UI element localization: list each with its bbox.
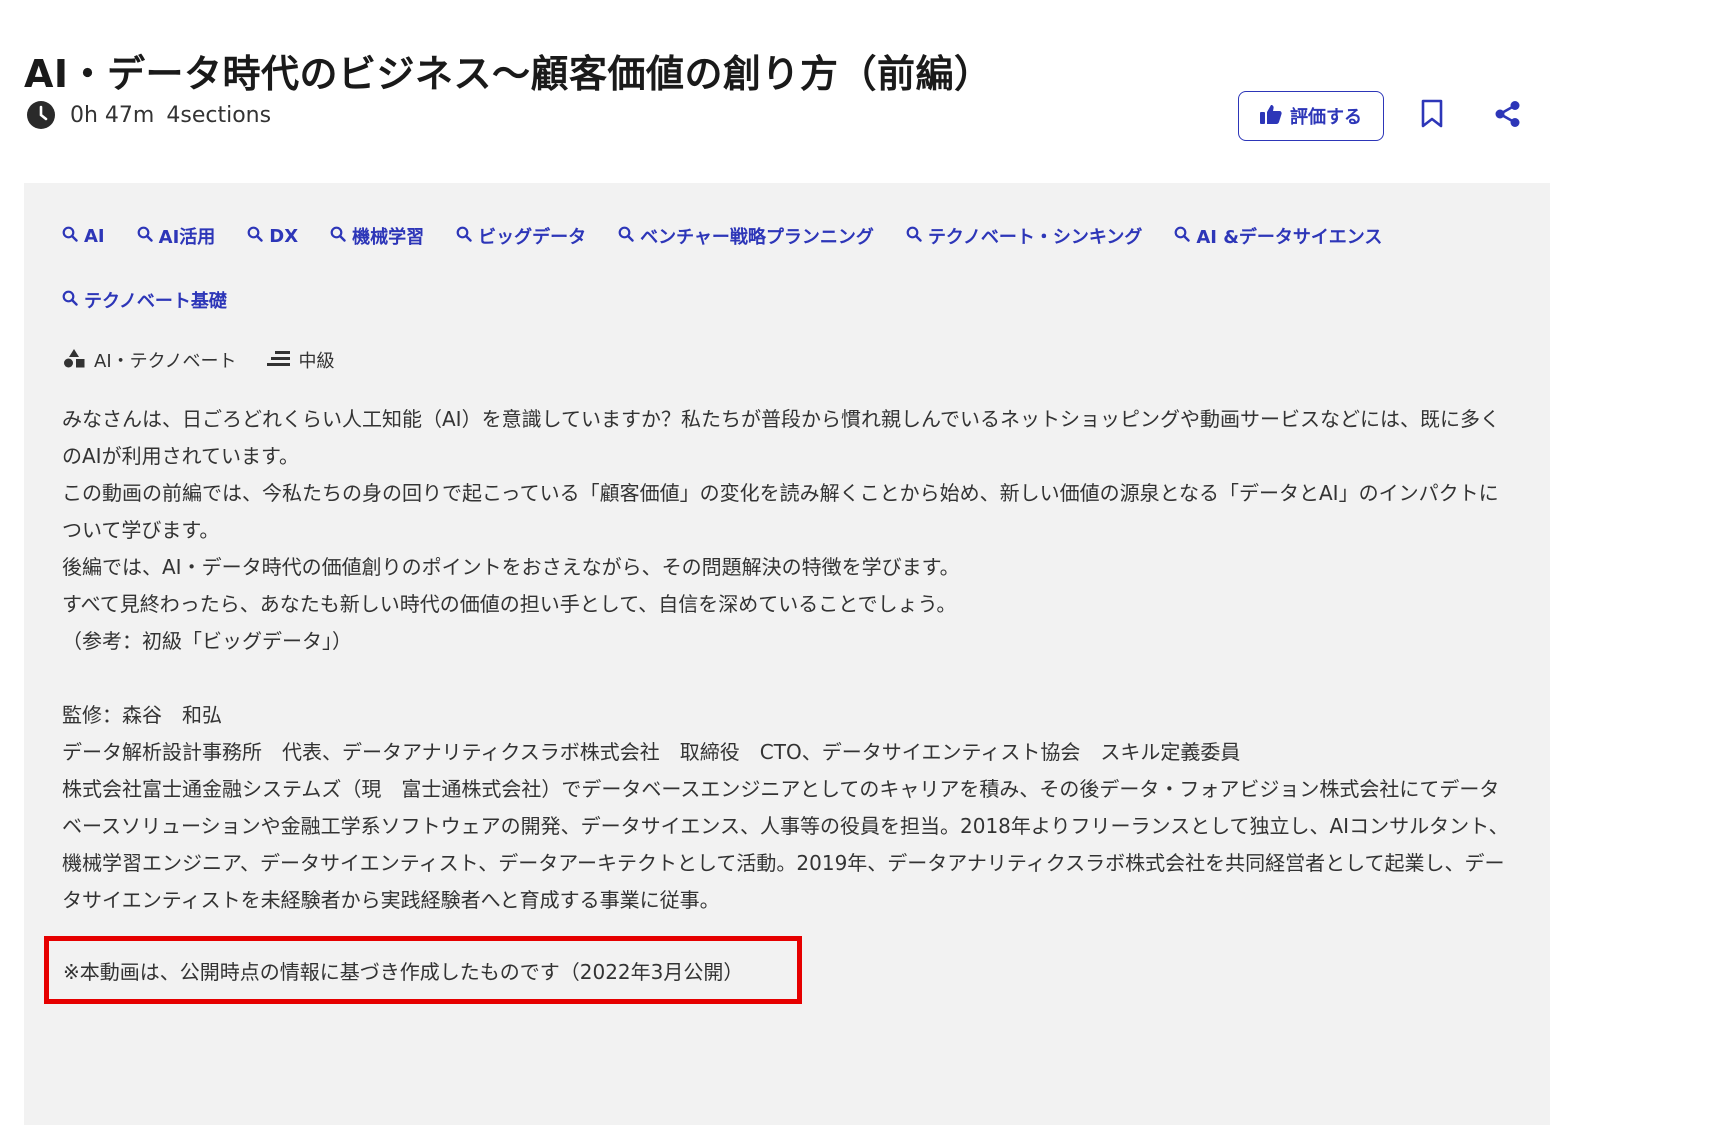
description-paragraph: みなさんは、日ごろどれくらい人工知能（AI）を意識していますか？私たちが普段から… xyxy=(62,407,1500,468)
share-button[interactable] xyxy=(1488,96,1528,136)
duration: 0h 47m xyxy=(70,102,155,128)
course-meta: 0h 47m 4sections xyxy=(26,100,271,130)
bookmark-icon xyxy=(1420,99,1444,133)
bookmark-button[interactable] xyxy=(1412,96,1452,136)
search-icon xyxy=(62,226,78,247)
supervisor-title: データ解析設計事務所 代表、データアナリティクスラボ株式会社 取締役 CTO、デ… xyxy=(62,740,1241,764)
search-icon xyxy=(618,226,634,247)
search-icon xyxy=(330,226,346,247)
share-icon xyxy=(1494,100,1522,132)
supervisor-bio: 株式会社富士通金融システムズ（現 富士通株式会社）でデータベースエンジニアとして… xyxy=(62,777,1509,912)
tag-list: AI AI活用 DX 機械学習 ビッグデータ ベンチャー戦略プランニング テクノ… xyxy=(62,223,1522,313)
rate-button[interactable]: 評価する xyxy=(1238,91,1384,141)
tag-link[interactable]: AI xyxy=(62,223,105,249)
description-paragraph: （参考：初級「ビッグデータ」） xyxy=(62,629,352,653)
category-label: AI・テクノベート xyxy=(94,351,237,372)
tag-link[interactable]: テクノベート・シンキング xyxy=(906,223,1142,249)
course-detail-panel: AI AI活用 DX 機械学習 ビッグデータ ベンチャー戦略プランニング テクノ… xyxy=(24,183,1550,1125)
search-icon xyxy=(137,226,153,247)
notice-text: ※本動画は、公開時点の情報に基づき作成したものです（2022年3月公開） xyxy=(63,959,744,984)
tag-link[interactable]: ベンチャー戦略プランニング xyxy=(618,223,874,249)
tag-link[interactable]: 機械学習 xyxy=(330,223,424,249)
publication-notice: ※本動画は、公開時点の情報に基づき作成したものです（2022年3月公開） xyxy=(44,936,802,1004)
shapes-icon xyxy=(62,348,86,373)
rate-label: 評価する xyxy=(1290,107,1362,128)
tag-link[interactable]: テクノベート基礎 xyxy=(62,287,227,313)
search-icon xyxy=(456,226,472,247)
description-paragraph: すべて見終わったら、あなたも新しい時代の価値の担い手として、自信を深めていること… xyxy=(62,592,957,616)
clock-icon xyxy=(26,100,56,130)
course-description: みなさんは、日ごろどれくらい人工知能（AI）を意識していますか？私たちが普段から… xyxy=(62,401,1512,919)
tag-link[interactable]: AI活用 xyxy=(137,223,215,249)
tag-link[interactable]: AI &データサイエンス xyxy=(1174,223,1382,249)
search-icon xyxy=(1174,226,1191,247)
section-count: 4sections xyxy=(166,102,272,128)
level: 中級 xyxy=(266,347,335,373)
category: AI・テクノベート xyxy=(62,347,237,373)
course-info: AI・テクノベート 中級 xyxy=(62,347,335,373)
search-icon xyxy=(62,290,78,311)
supervisor-name: 監修：森谷 和弘 xyxy=(62,703,222,727)
level-label: 中級 xyxy=(298,351,335,372)
description-paragraph: この動画の前編では、今私たちの身の回りで起こっている「顧客価値」の変化を読み解く… xyxy=(62,481,1499,542)
page-title: AI・データ時代のビジネス〜顧客価値の創り方（前編） xyxy=(24,52,993,97)
thumbs-up-icon xyxy=(1260,104,1282,129)
tag-link[interactable]: ビッグデータ xyxy=(456,223,586,249)
description-paragraph: 後編では、AI・データ時代の価値創りのポイントをおさえながら、その問題解決の特徴… xyxy=(62,555,960,579)
level-icon xyxy=(266,348,291,373)
tag-link[interactable]: DX xyxy=(247,223,298,249)
search-icon xyxy=(247,226,263,247)
search-icon xyxy=(906,226,922,247)
